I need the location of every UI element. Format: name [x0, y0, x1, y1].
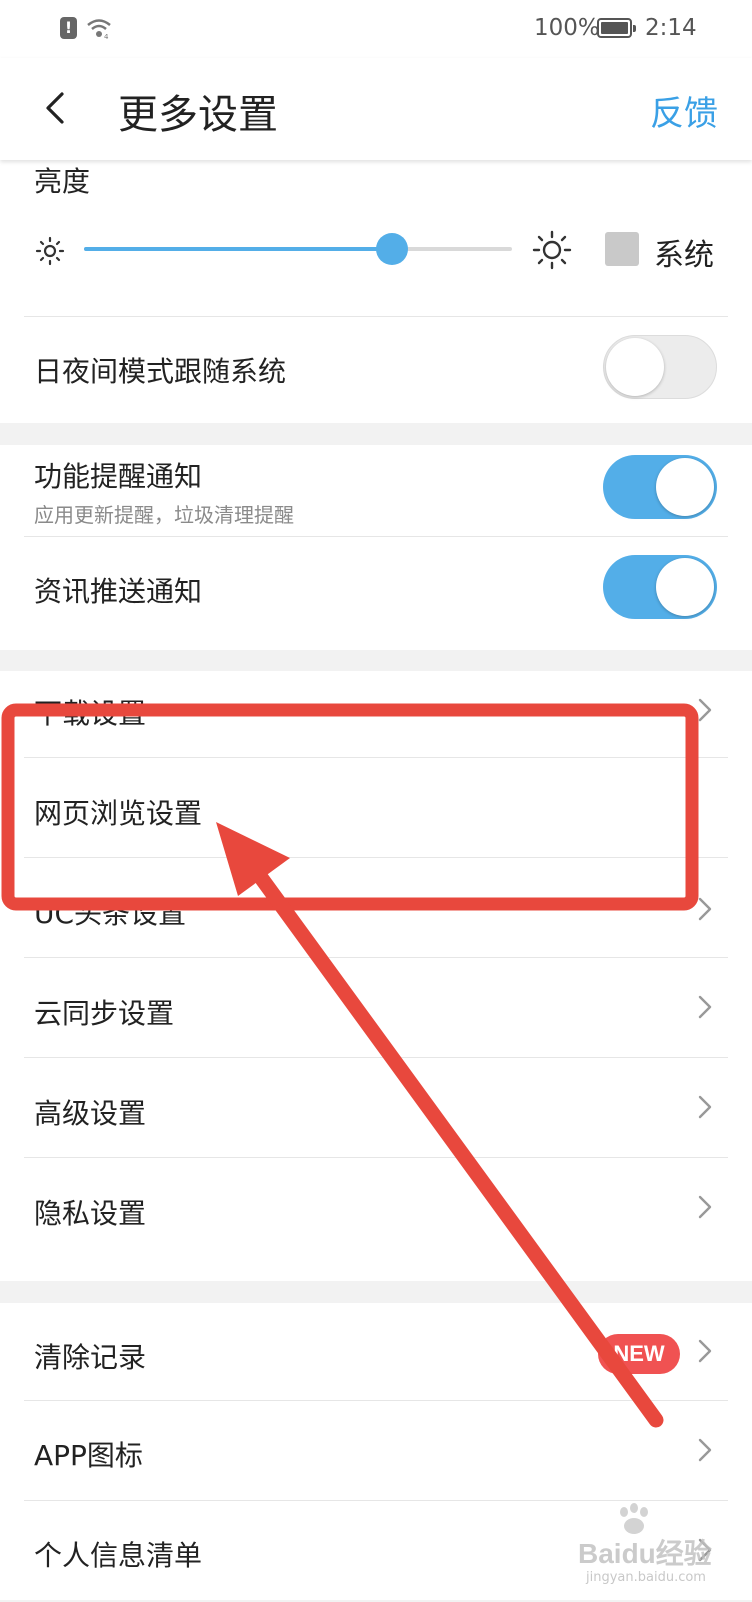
feedback-button[interactable]: 反馈 [650, 86, 718, 135]
notification-section: 功能提醒通知 应用更新提醒，垃圾清理提醒 资讯推送通知 [0, 445, 752, 650]
brightness-slider-fill [84, 247, 393, 251]
feature-notify-toggle[interactable] [603, 455, 717, 519]
chevron-right-icon [698, 1195, 712, 1219]
system-brightness-checkbox[interactable] [605, 232, 639, 266]
brightness-low-icon [35, 236, 65, 266]
feature-notify-sub: 应用更新提醒，垃圾清理提醒 [34, 503, 294, 527]
divider [24, 857, 728, 858]
brightness-label: 亮度 [34, 165, 91, 198]
menu-item-label: APP图标 [34, 1439, 143, 1472]
menu-item-advanced[interactable]: 高级设置 [0, 1057, 752, 1159]
feature-notify-label: 功能提醒通知 [34, 460, 203, 493]
news-notify-toggle[interactable] [603, 555, 717, 619]
brightness-slider-thumb[interactable] [376, 233, 409, 265]
watermark-text: Baidu经验 [578, 1538, 712, 1569]
menu-item-label: 下载设置 [34, 697, 147, 730]
menu-item-label: UC头条设置 [34, 897, 187, 930]
day-night-toggle[interactable] [603, 335, 717, 399]
settings-menu-section: 下载设置 网页浏览设置 UC头条设置 云同步设置 高级设置 隐私设置 [0, 671, 752, 1281]
page-title: 更多设置 [118, 92, 278, 138]
header-bar: 更多设置 反馈 [0, 58, 752, 160]
divider [24, 1057, 728, 1058]
day-night-label: 日夜间模式跟随系统 [34, 355, 287, 388]
chevron-right-icon [698, 1438, 712, 1462]
menu-item-uc-headline[interactable]: UC头条设置 [0, 857, 752, 959]
system-brightness-label: 系统 [654, 238, 714, 273]
menu-item-cloud-sync[interactable]: 云同步设置 [0, 957, 752, 1059]
status-bar: ! 4 100% 2:14 [0, 0, 752, 58]
divider [24, 757, 728, 758]
menu-item-label: 清除记录 [34, 1341, 147, 1374]
divider [24, 536, 728, 537]
svg-text:4: 4 [104, 33, 109, 40]
new-badge: NEW [598, 1334, 680, 1374]
chevron-right-icon [698, 698, 712, 722]
chevron-right-icon [698, 1095, 712, 1119]
news-notify-label: 资讯推送通知 [34, 575, 203, 608]
day-night-row[interactable]: 日夜间模式跟随系统 [0, 316, 752, 418]
news-notify-row[interactable]: 资讯推送通知 [0, 536, 752, 638]
chevron-right-icon [698, 897, 712, 921]
clock: 2:14 [645, 15, 697, 41]
divider [24, 316, 728, 317]
menu-item-label: 网页浏览设置 [34, 797, 203, 830]
divider [24, 1157, 728, 1158]
menu-item-app-icon[interactable]: APP图标 [0, 1400, 752, 1502]
battery-icon [597, 18, 636, 38]
watermark-url: jingyan.baidu.com [586, 1570, 706, 1585]
menu-item-privacy[interactable]: 隐私设置 [0, 1157, 752, 1259]
battery-percent: 100% [534, 15, 600, 41]
chevron-right-icon [698, 995, 712, 1019]
menu-item-label: 高级设置 [34, 1097, 147, 1130]
brightness-slider[interactable] [84, 233, 512, 265]
menu-item-label: 云同步设置 [34, 997, 175, 1030]
menu-item-web-browsing[interactable]: 网页浏览设置 [0, 757, 752, 859]
alert-icon: ! [60, 17, 77, 39]
divider [24, 1400, 728, 1401]
chevron-right-icon [698, 1339, 712, 1363]
divider [24, 957, 728, 958]
back-arrow-icon[interactable] [36, 86, 80, 130]
menu-item-label: 个人信息清单 [34, 1539, 203, 1572]
brightness-high-icon [532, 230, 572, 270]
display-section: 亮度 系统 日夜间模式跟随系统 [0, 160, 752, 423]
divider [24, 1500, 728, 1501]
menu-item-label: 隐私设置 [34, 1197, 147, 1230]
wifi-icon: 4 [87, 19, 111, 40]
